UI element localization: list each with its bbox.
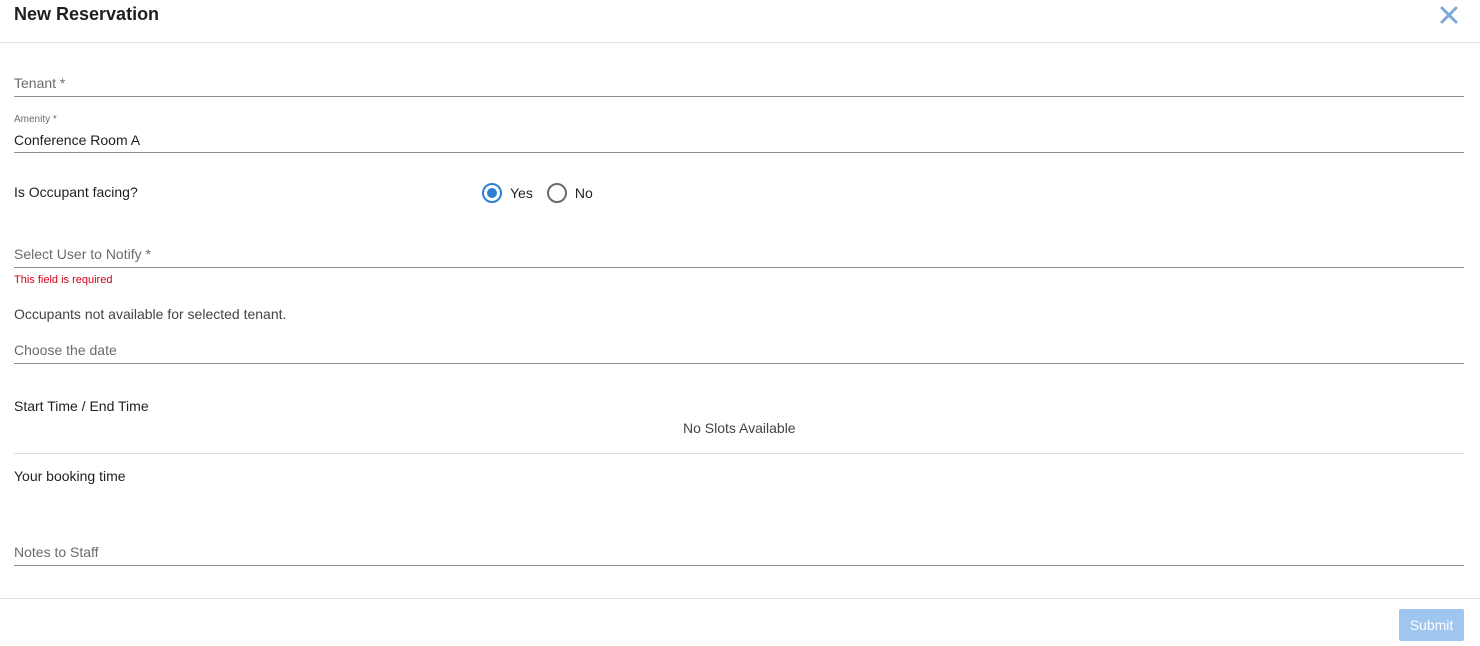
radio-no[interactable]: No xyxy=(546,183,593,203)
notes-field[interactable]: Notes to Staff xyxy=(14,544,1464,566)
radio-yes-label: Yes xyxy=(510,185,533,201)
no-slots-message: No Slots Available xyxy=(683,420,796,436)
dialog-header: New Reservation xyxy=(0,0,1480,43)
new-reservation-dialog: New Reservation Tenant * Amenity * Confe… xyxy=(0,0,1480,646)
amenity-value: Conference Room A xyxy=(14,132,141,148)
time-label: Start Time / End Time xyxy=(14,398,149,414)
close-button[interactable] xyxy=(1438,4,1460,26)
notify-user-field[interactable]: Select User to Notify * xyxy=(14,246,1464,268)
amenity-field[interactable]: Amenity * Conference Room A xyxy=(14,114,1464,153)
time-divider xyxy=(14,453,1464,454)
notify-user-error: This field is required xyxy=(14,274,113,286)
occupant-facing-label: Is Occupant facing? xyxy=(14,184,138,200)
radio-no-circle[interactable] xyxy=(546,183,567,203)
submit-button[interactable]: Submit xyxy=(1399,609,1464,641)
tenant-placeholder: Tenant * xyxy=(14,75,66,91)
footer-divider xyxy=(0,598,1480,599)
radio-no-label: No xyxy=(574,185,593,201)
booking-time-label: Your booking time xyxy=(14,468,126,484)
notes-placeholder: Notes to Staff xyxy=(14,544,99,560)
occupants-message: Occupants not available for selected ten… xyxy=(14,306,287,322)
dialog-title: New Reservation xyxy=(14,4,160,24)
radio-yes-circle[interactable] xyxy=(482,183,502,203)
tenant-field[interactable]: Tenant * xyxy=(14,75,1464,97)
radio-yes[interactable]: Yes xyxy=(482,183,533,203)
notify-user-placeholder: Select User to Notify * xyxy=(14,246,151,262)
occupant-facing-radio-group: Yes No xyxy=(482,182,607,204)
date-field[interactable]: Choose the date xyxy=(14,342,1464,364)
date-placeholder: Choose the date xyxy=(14,342,117,358)
amenity-label: Amenity * xyxy=(14,114,57,125)
close-icon xyxy=(1440,6,1458,24)
